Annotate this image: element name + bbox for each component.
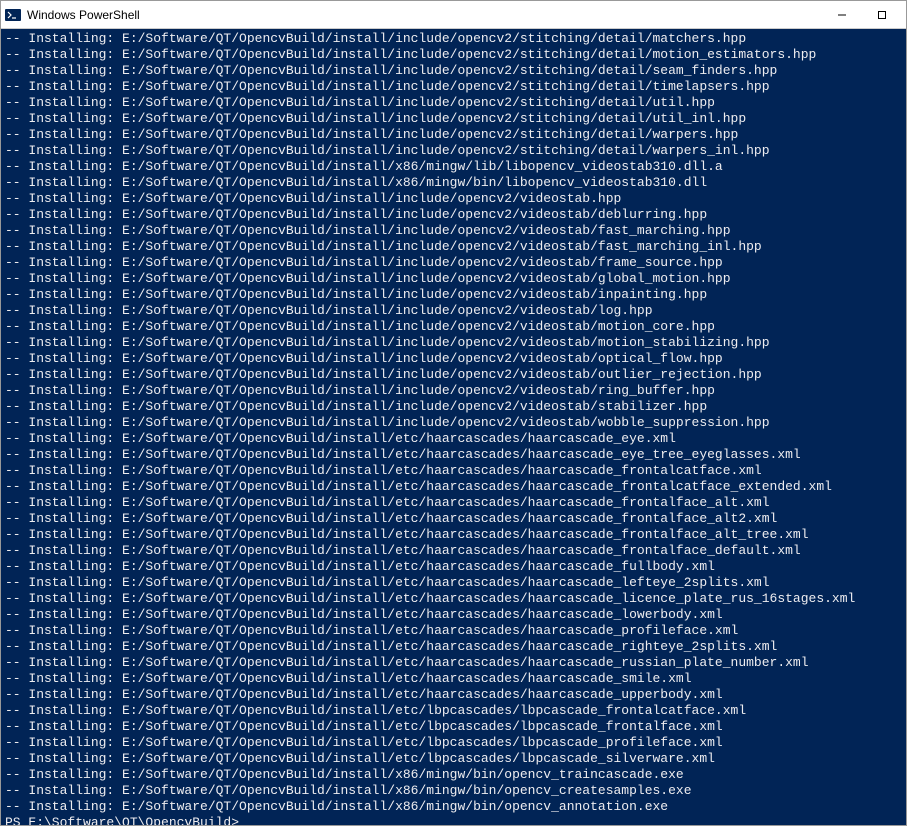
terminal-line: -- Installing: E:/Software/QT/OpencvBuil… <box>5 223 902 239</box>
terminal-line: -- Installing: E:/Software/QT/OpencvBuil… <box>5 527 902 543</box>
terminal-line: -- Installing: E:/Software/QT/OpencvBuil… <box>5 31 902 47</box>
minimize-button[interactable] <box>822 3 862 27</box>
terminal-line: -- Installing: E:/Software/QT/OpencvBuil… <box>5 143 902 159</box>
terminal-line: -- Installing: E:/Software/QT/OpencvBuil… <box>5 287 902 303</box>
maximize-button[interactable] <box>862 3 902 27</box>
terminal-output[interactable]: -- Installing: E:/Software/QT/OpencvBuil… <box>1 29 906 825</box>
terminal-line: -- Installing: E:/Software/QT/OpencvBuil… <box>5 127 902 143</box>
terminal-line: -- Installing: E:/Software/QT/OpencvBuil… <box>5 639 902 655</box>
terminal-line: -- Installing: E:/Software/QT/OpencvBuil… <box>5 623 902 639</box>
terminal-line: -- Installing: E:/Software/QT/OpencvBuil… <box>5 191 902 207</box>
window-controls <box>822 3 902 27</box>
terminal-line: -- Installing: E:/Software/QT/OpencvBuil… <box>5 431 902 447</box>
titlebar[interactable]: Windows PowerShell <box>1 1 906 29</box>
terminal-line: -- Installing: E:/Software/QT/OpencvBuil… <box>5 159 902 175</box>
terminal-line: -- Installing: E:/Software/QT/OpencvBuil… <box>5 575 902 591</box>
terminal-line: -- Installing: E:/Software/QT/OpencvBuil… <box>5 463 902 479</box>
terminal-line: -- Installing: E:/Software/QT/OpencvBuil… <box>5 703 902 719</box>
terminal-line: -- Installing: E:/Software/QT/OpencvBuil… <box>5 479 902 495</box>
powershell-window: Windows PowerShell -- Installing: E:/Sof… <box>0 0 907 826</box>
terminal-line: -- Installing: E:/Software/QT/OpencvBuil… <box>5 511 902 527</box>
terminal-line: -- Installing: E:/Software/QT/OpencvBuil… <box>5 303 902 319</box>
window-title: Windows PowerShell <box>27 8 822 22</box>
terminal-line: -- Installing: E:/Software/QT/OpencvBuil… <box>5 399 902 415</box>
terminal-line: -- Installing: E:/Software/QT/OpencvBuil… <box>5 591 902 607</box>
powershell-icon <box>5 7 21 23</box>
terminal-line: -- Installing: E:/Software/QT/OpencvBuil… <box>5 799 902 815</box>
terminal-line: -- Installing: E:/Software/QT/OpencvBuil… <box>5 351 902 367</box>
terminal-line: -- Installing: E:/Software/QT/OpencvBuil… <box>5 655 902 671</box>
terminal-line: -- Installing: E:/Software/QT/OpencvBuil… <box>5 239 902 255</box>
terminal-line: -- Installing: E:/Software/QT/OpencvBuil… <box>5 447 902 463</box>
terminal-line: -- Installing: E:/Software/QT/OpencvBuil… <box>5 47 902 63</box>
terminal-line: -- Installing: E:/Software/QT/OpencvBuil… <box>5 607 902 623</box>
terminal-line: -- Installing: E:/Software/QT/OpencvBuil… <box>5 255 902 271</box>
terminal-line: -- Installing: E:/Software/QT/OpencvBuil… <box>5 671 902 687</box>
terminal-line: -- Installing: E:/Software/QT/OpencvBuil… <box>5 319 902 335</box>
terminal-line: -- Installing: E:/Software/QT/OpencvBuil… <box>5 559 902 575</box>
terminal-line: -- Installing: E:/Software/QT/OpencvBuil… <box>5 751 902 767</box>
terminal-line: -- Installing: E:/Software/QT/OpencvBuil… <box>5 175 902 191</box>
terminal-line: -- Installing: E:/Software/QT/OpencvBuil… <box>5 207 902 223</box>
terminal-line: -- Installing: E:/Software/QT/OpencvBuil… <box>5 719 902 735</box>
terminal-prompt: PS E:\Software\QT\OpencvBuild> <box>5 815 902 825</box>
terminal-line: -- Installing: E:/Software/QT/OpencvBuil… <box>5 95 902 111</box>
terminal-line: -- Installing: E:/Software/QT/OpencvBuil… <box>5 367 902 383</box>
terminal-line: -- Installing: E:/Software/QT/OpencvBuil… <box>5 543 902 559</box>
terminal-line: -- Installing: E:/Software/QT/OpencvBuil… <box>5 495 902 511</box>
terminal-line: -- Installing: E:/Software/QT/OpencvBuil… <box>5 687 902 703</box>
terminal-line: -- Installing: E:/Software/QT/OpencvBuil… <box>5 63 902 79</box>
terminal-line: -- Installing: E:/Software/QT/OpencvBuil… <box>5 79 902 95</box>
terminal-line: -- Installing: E:/Software/QT/OpencvBuil… <box>5 415 902 431</box>
terminal-line: -- Installing: E:/Software/QT/OpencvBuil… <box>5 783 902 799</box>
terminal-line: -- Installing: E:/Software/QT/OpencvBuil… <box>5 767 902 783</box>
terminal-line: -- Installing: E:/Software/QT/OpencvBuil… <box>5 335 902 351</box>
terminal-line: -- Installing: E:/Software/QT/OpencvBuil… <box>5 111 902 127</box>
terminal-line: -- Installing: E:/Software/QT/OpencvBuil… <box>5 271 902 287</box>
terminal-line: -- Installing: E:/Software/QT/OpencvBuil… <box>5 383 902 399</box>
terminal-line: -- Installing: E:/Software/QT/OpencvBuil… <box>5 735 902 751</box>
